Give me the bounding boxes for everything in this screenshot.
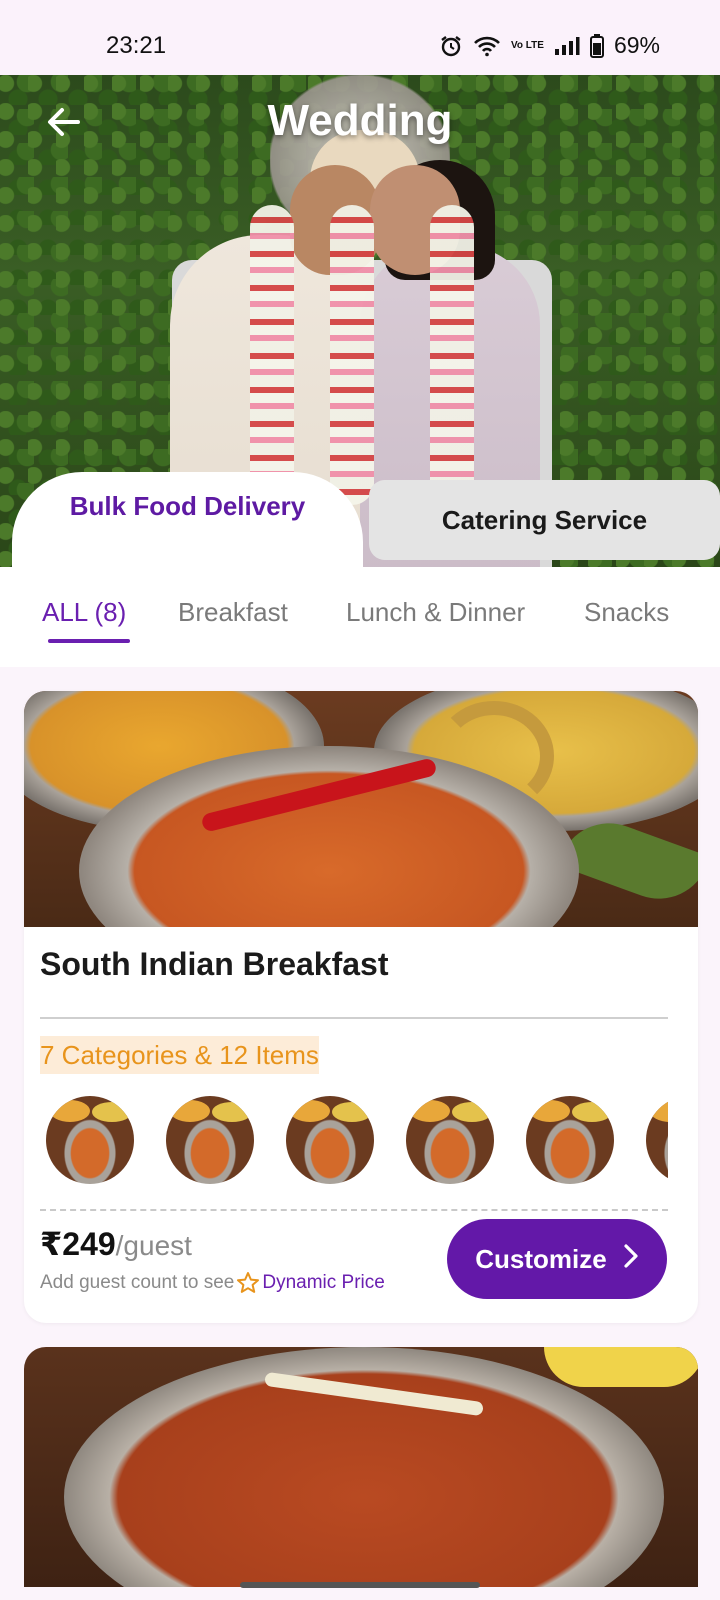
- active-tab-indicator: [48, 639, 130, 643]
- battery-percent: 69%: [613, 32, 660, 58]
- divider: [40, 1017, 668, 1019]
- alarm-icon: [439, 34, 463, 58]
- package-image: [24, 691, 698, 927]
- price-unit: /guest: [115, 1230, 192, 1261]
- category-tabs: ALL (8) Breakfast Lunch & Dinner Snacks: [0, 567, 720, 667]
- status-bar: 23:21 Vo LTE 69%: [0, 0, 720, 75]
- chevron-right-icon: [623, 1243, 639, 1276]
- price-value: ₹249: [40, 1226, 116, 1262]
- home-indicator[interactable]: [240, 1582, 480, 1588]
- tab-catering-service[interactable]: Catering Service: [369, 480, 720, 560]
- package-card[interactable]: South Indian Breakfast 7 Categories & 12…: [24, 691, 698, 1323]
- wifi-icon: [473, 35, 501, 57]
- tab-breakfast[interactable]: Breakfast: [178, 597, 288, 628]
- item-thumbnail[interactable]: [406, 1096, 494, 1184]
- volte-icon: Vo LTE: [510, 39, 544, 51]
- package-title: South Indian Breakfast: [40, 946, 389, 982]
- customize-label: Customize: [475, 1243, 607, 1274]
- item-thumbnail[interactable]: [286, 1096, 374, 1184]
- tab-all[interactable]: ALL (8): [42, 597, 126, 628]
- item-thumbnail[interactable]: [646, 1096, 668, 1184]
- item-thumbnail[interactable]: [166, 1096, 254, 1184]
- hero-garland: [330, 205, 374, 505]
- tab-lunch-dinner[interactable]: Lunch & Dinner: [346, 597, 525, 628]
- hero-garland: [430, 205, 474, 505]
- rice-dish: [544, 1347, 698, 1387]
- package-summary: 7 Categories & 12 Items: [40, 1036, 319, 1074]
- status-icons: Vo LTE 69%: [439, 32, 660, 59]
- status-time: 23:21: [106, 32, 167, 59]
- tab-bulk-food-delivery[interactable]: Bulk Food Delivery: [12, 472, 363, 572]
- dashed-divider: [40, 1209, 668, 1211]
- customize-button[interactable]: Customize: [447, 1219, 667, 1299]
- tab-snacks[interactable]: Snacks: [584, 597, 669, 628]
- price-hint: Add guest count to see Dynamic Price: [40, 1271, 385, 1295]
- signal-icon: [554, 36, 580, 56]
- item-thumbnails: [46, 1096, 668, 1186]
- price-hint-text: Add guest count to see: [40, 1272, 235, 1293]
- item-thumbnail[interactable]: [46, 1096, 134, 1184]
- tab-label: Bulk Food Delivery: [69, 490, 306, 521]
- hero-garland: [250, 205, 294, 505]
- battery-icon: [589, 33, 604, 58]
- star-icon: [236, 1271, 260, 1295]
- dynamic-price-label[interactable]: Dynamic Price: [262, 1272, 384, 1294]
- item-thumbnail[interactable]: [526, 1096, 614, 1184]
- package-price: ₹249/guest: [40, 1225, 192, 1263]
- package-card-image[interactable]: [24, 1347, 698, 1587]
- tab-label: Catering Service: [441, 504, 648, 535]
- page-title: Wedding: [267, 96, 453, 145]
